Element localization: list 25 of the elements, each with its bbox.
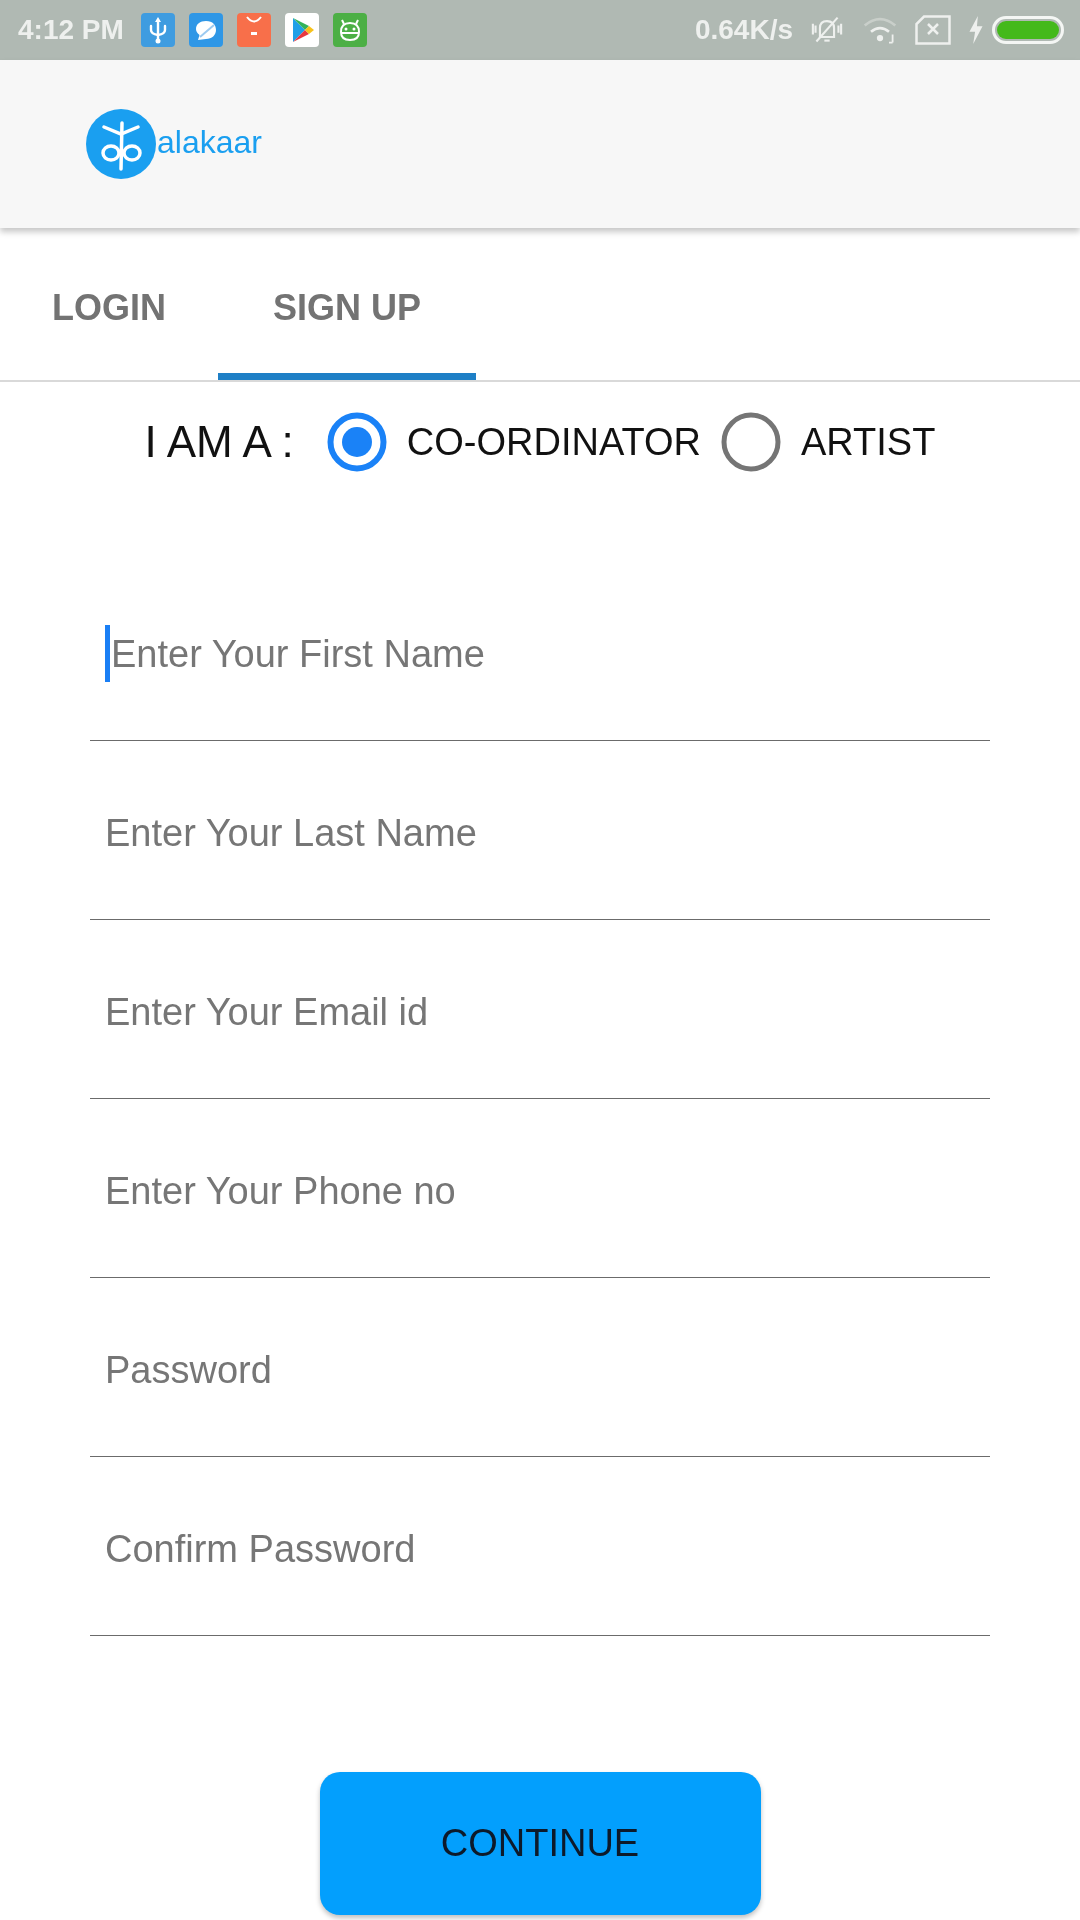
tab[interactable]: LOGIN	[0, 228, 218, 380]
input-field[interactable]: Enter Your Last Name	[90, 741, 990, 920]
input-field[interactable]: Enter Your Email id	[90, 920, 990, 1099]
status-time: 4:12 PM	[18, 14, 124, 46]
wifi-icon	[862, 15, 898, 45]
muted-bell-icon	[809, 15, 845, 45]
dancer-logo-icon	[86, 109, 156, 179]
input-field[interactable]: Password	[90, 1278, 990, 1457]
tab[interactable]: SIGN UP	[218, 228, 476, 380]
charging-bolt-icon	[968, 16, 984, 44]
battery-icon	[992, 16, 1064, 44]
logo-text: alakaar	[157, 123, 262, 161]
shopping-bag-icon	[236, 13, 271, 47]
input-field[interactable]: Enter Your Phone no	[90, 1099, 990, 1278]
radio-option[interactable]: CO-ORDINATOR	[326, 412, 701, 472]
radio-option[interactable]: ARTIST	[720, 412, 936, 472]
sim-card-x-icon	[915, 15, 951, 45]
input-field[interactable]: Enter Your First Name	[90, 562, 990, 741]
network-speed: 0.64K/s	[694, 14, 793, 46]
input-field[interactable]: Confirm Password	[90, 1457, 990, 1636]
chat-bubble-icon	[188, 13, 223, 47]
continue-button[interactable]: CONTINUE	[319, 1772, 761, 1915]
role-label: I AM A :	[144, 417, 294, 467]
usb-icon	[140, 13, 175, 47]
robot-face-icon	[332, 13, 367, 47]
